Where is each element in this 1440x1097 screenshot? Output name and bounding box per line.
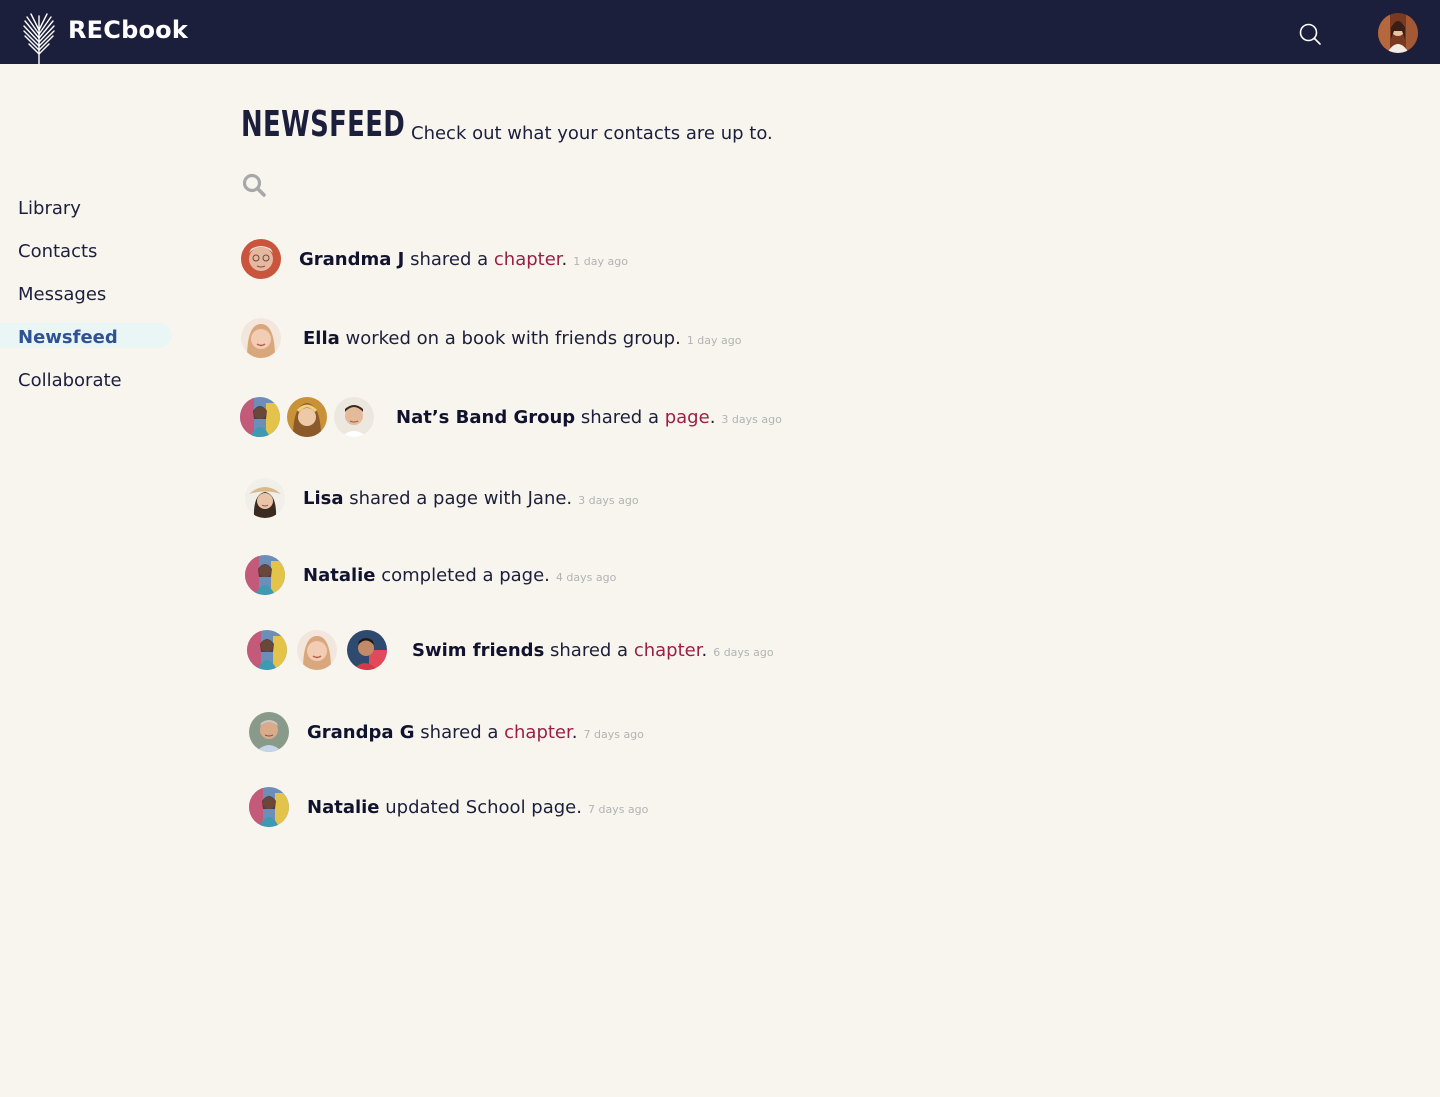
avatar[interactable] bbox=[287, 397, 327, 437]
feed-item-text: Nat’s Band Group shared a page. 3 days ag… bbox=[396, 407, 782, 428]
feed-timestamp: 6 days ago bbox=[713, 645, 774, 659]
feed-item-text: Ella worked on a book with friends group… bbox=[303, 328, 742, 349]
page-subtitle: Check out what your contacts are up to. bbox=[411, 123, 773, 144]
avatar[interactable] bbox=[249, 712, 289, 752]
avatar[interactable] bbox=[297, 630, 337, 670]
avatar[interactable] bbox=[245, 555, 285, 595]
feed-item-text: Swim friends shared a chapter. 6 days ago bbox=[412, 640, 774, 661]
avatar[interactable] bbox=[241, 239, 281, 279]
feed-item-text: Lisa shared a page with Jane. 3 days ago bbox=[303, 488, 639, 509]
feed-item[interactable]: Natalie updated School page. 7 days ago bbox=[249, 785, 648, 829]
feed-actor[interactable]: Grandpa G bbox=[307, 722, 415, 743]
feed-action: shared a page with Jane. bbox=[343, 487, 573, 509]
sidebar-item-messages[interactable]: Messages bbox=[0, 278, 180, 321]
feed-punctuation: . bbox=[571, 721, 578, 743]
feed-link[interactable]: chapter bbox=[494, 249, 562, 270]
feed-action: shared a bbox=[575, 406, 665, 428]
brand-name[interactable]: RECbook bbox=[68, 16, 188, 44]
feed-avatars bbox=[245, 478, 292, 518]
feed-timestamp: 3 days ago bbox=[578, 493, 639, 507]
feed-avatars bbox=[240, 397, 381, 437]
feed-punctuation: . bbox=[701, 639, 708, 661]
feed-item[interactable]: Grandpa G shared a chapter. 7 days ago bbox=[249, 710, 644, 754]
feed-action: shared a bbox=[544, 639, 634, 661]
top-bar: RECbook bbox=[0, 0, 1440, 64]
sidebar-item-library[interactable]: Library bbox=[0, 192, 180, 235]
feed-avatars bbox=[241, 239, 288, 279]
avatar[interactable] bbox=[249, 787, 289, 827]
feed-timestamp: 1 day ago bbox=[573, 254, 628, 268]
feed-actor[interactable]: Grandma J bbox=[299, 249, 404, 270]
feed-timestamp: 1 day ago bbox=[686, 333, 742, 347]
feed-action: shared a bbox=[404, 248, 494, 270]
feed-link[interactable]: page bbox=[665, 407, 710, 428]
feed-item[interactable]: Nat’s Band Group shared a page. 3 days ag… bbox=[240, 395, 782, 439]
sidebar-item-collaborate[interactable]: Collaborate bbox=[0, 364, 180, 407]
feed-avatars bbox=[247, 630, 397, 670]
sidebar-item-newsfeed[interactable]: Newsfeed bbox=[0, 321, 180, 364]
feed-actor[interactable]: Natalie bbox=[307, 797, 380, 818]
feed-avatars bbox=[245, 555, 292, 595]
sidebar-item-contacts[interactable]: Contacts bbox=[0, 235, 180, 278]
feed-link[interactable]: chapter bbox=[504, 722, 572, 743]
avatar[interactable] bbox=[247, 630, 287, 670]
feed-timestamp: 4 days ago bbox=[555, 570, 617, 584]
feed-timestamp: 7 days ago bbox=[583, 727, 644, 741]
feed-actor[interactable]: Natalie bbox=[303, 565, 376, 586]
feed-actor[interactable]: Swim friends bbox=[412, 640, 544, 661]
feed-avatars bbox=[249, 712, 296, 752]
feed-item[interactable]: Lisa shared a page with Jane. 3 days ago bbox=[245, 476, 639, 520]
page-title: NEWSFEED bbox=[241, 104, 406, 145]
feed-item-text: Natalie completed a page. 4 days ago bbox=[303, 565, 616, 586]
avatar[interactable] bbox=[334, 397, 374, 437]
feed-timestamp: 3 days ago bbox=[721, 412, 782, 426]
feed-item[interactable]: Ella worked on a book with friends group… bbox=[241, 316, 742, 360]
feed-avatars bbox=[249, 787, 296, 827]
avatar[interactable] bbox=[347, 630, 387, 670]
avatar[interactable] bbox=[241, 318, 281, 358]
feed-item-text: Grandpa G shared a chapter. 7 days ago bbox=[307, 722, 644, 743]
feed-link[interactable]: chapter bbox=[634, 640, 702, 661]
feed-avatars bbox=[241, 318, 288, 358]
feed-item[interactable]: Grandma J shared a chapter. 1 day ago bbox=[241, 237, 628, 281]
feed-actor[interactable]: Ella bbox=[303, 328, 340, 349]
feed-action: shared a bbox=[414, 721, 505, 743]
palm-leaf-logo-icon[interactable] bbox=[22, 12, 56, 64]
avatar[interactable] bbox=[240, 397, 280, 437]
sidebar-nav: Library Contacts Messages Newsfeed Colla… bbox=[0, 192, 180, 407]
feed-timestamp: 7 days ago bbox=[587, 802, 649, 816]
search-icon[interactable] bbox=[1298, 22, 1322, 46]
feed-action: worked on a book with friends group. bbox=[339, 327, 681, 349]
feed-actor[interactable]: Lisa bbox=[303, 488, 344, 509]
feed-punctuation: . bbox=[709, 406, 716, 428]
feed-action: updated School page. bbox=[379, 796, 582, 818]
feed-item[interactable]: Natalie completed a page. 4 days ago bbox=[245, 553, 616, 597]
feed-search-icon[interactable] bbox=[241, 172, 267, 198]
avatar[interactable] bbox=[245, 478, 285, 518]
feed-item-text: Grandma J shared a chapter. 1 day ago bbox=[299, 249, 628, 270]
feed-actor[interactable]: Nat’s Band Group bbox=[396, 407, 575, 428]
feed-action: completed a page. bbox=[375, 564, 550, 586]
user-avatar[interactable] bbox=[1378, 13, 1418, 53]
feed-item-text: Natalie updated School page. 7 days ago bbox=[307, 797, 648, 818]
feed-item[interactable]: Swim friends shared a chapter. 6 days ago bbox=[247, 628, 774, 672]
feed-punctuation: . bbox=[561, 248, 568, 270]
